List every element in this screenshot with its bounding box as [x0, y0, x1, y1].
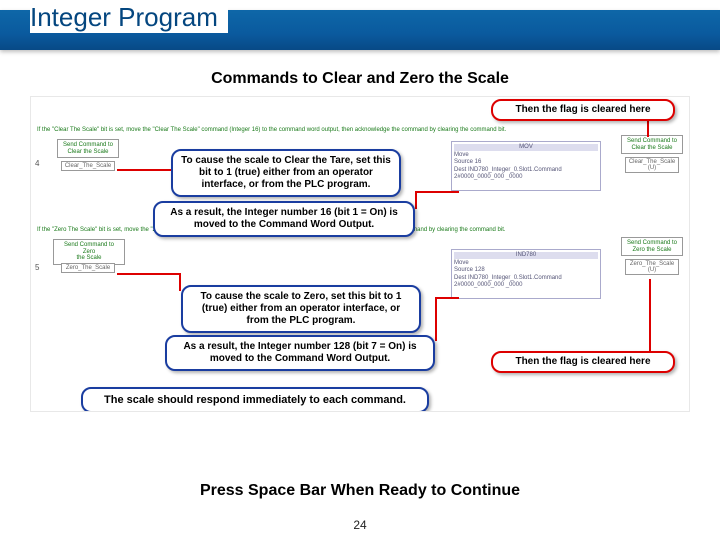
rung4-mov-box: MOV Move Source 16 Dest IND780_Integer_0…	[451, 141, 601, 191]
callout-flag-cleared-top: Then the flag is cleared here	[491, 99, 675, 121]
tag-label: Send Command to Clear the Scale	[625, 138, 679, 151]
ladder-diagram: If the "Clear The Scale" bit is set, mov…	[30, 96, 690, 412]
callout-flag-cleared-bottom: Then the flag is cleared here	[491, 351, 675, 373]
rung4-right-tag: Send Command to Clear the Scale	[621, 135, 683, 154]
rung4-number: 4	[35, 159, 39, 168]
connector-line	[415, 191, 459, 193]
tag-label: Send Command to Zero the Scale	[57, 242, 121, 262]
rung5-left-name: Zero_The_Scale	[61, 263, 115, 273]
connector-line	[117, 169, 171, 171]
page-number: 24	[0, 518, 720, 532]
connector-line	[415, 191, 417, 209]
mov-line: Dest IND780_Integer_0.Slot1.Command	[454, 275, 598, 282]
mov-line: Move	[454, 152, 598, 159]
callout-zero-cause: To cause the scale to Zero, set this bit…	[181, 285, 421, 333]
callout-clear-tare-cause: To cause the scale to Clear the Tare, se…	[171, 149, 401, 197]
mov-line: 2#0000_0000_000 _0000	[454, 174, 598, 181]
mov-line: Move	[454, 260, 598, 267]
mov-title: MOV	[454, 144, 598, 151]
mov-line: Source 128	[454, 267, 598, 274]
callout-zero-result: As a result, the Integer number 128 (bit…	[165, 335, 435, 371]
rung5-mov-box: IND780 Move Source 128 Dest IND780_Integ…	[451, 249, 601, 299]
rung5-right-name: Zero_The_Scale (U)	[625, 259, 679, 275]
rung4-desc: If the "Clear The Scale" bit is set, mov…	[37, 127, 683, 133]
connector-line	[435, 297, 459, 299]
rung4-right-name: Clear_The_Scale (U)	[625, 157, 679, 173]
press-space-prompt: Press Space Bar When Ready to Continue	[0, 482, 720, 500]
mov-title: IND780	[454, 252, 598, 259]
tag-label: Send Command to Zero the Scale	[625, 240, 679, 253]
rung4-left-name: Clear_The_Scale	[61, 161, 115, 171]
mov-line: Source 16	[454, 159, 598, 166]
connector-line	[179, 273, 181, 291]
rung4-left-tag: Send Command to Clear the Scale	[57, 139, 119, 158]
connector-line	[649, 279, 651, 351]
rung5-right-tag: Send Command to Zero the Scale	[621, 237, 683, 256]
rung5-left-tag: Send Command to Zero the Scale	[53, 239, 125, 265]
mov-line: 2#0000_0000_000 _0000	[454, 282, 598, 289]
subtitle: Commands to Clear and Zero the Scale	[0, 70, 720, 88]
callout-clear-tare-result: As a result, the Integer number 16 (bit …	[153, 201, 415, 237]
connector-line	[117, 273, 181, 275]
summary-bar: The scale should respond immediately to …	[81, 387, 429, 412]
tag-label: Send Command to Clear the Scale	[61, 142, 115, 155]
mov-line: Dest IND780_Integer_0.Slot1.Command	[454, 167, 598, 174]
connector-line	[435, 297, 437, 341]
page-title: Integer Program	[30, 2, 228, 33]
rung5-number: 5	[35, 263, 39, 272]
